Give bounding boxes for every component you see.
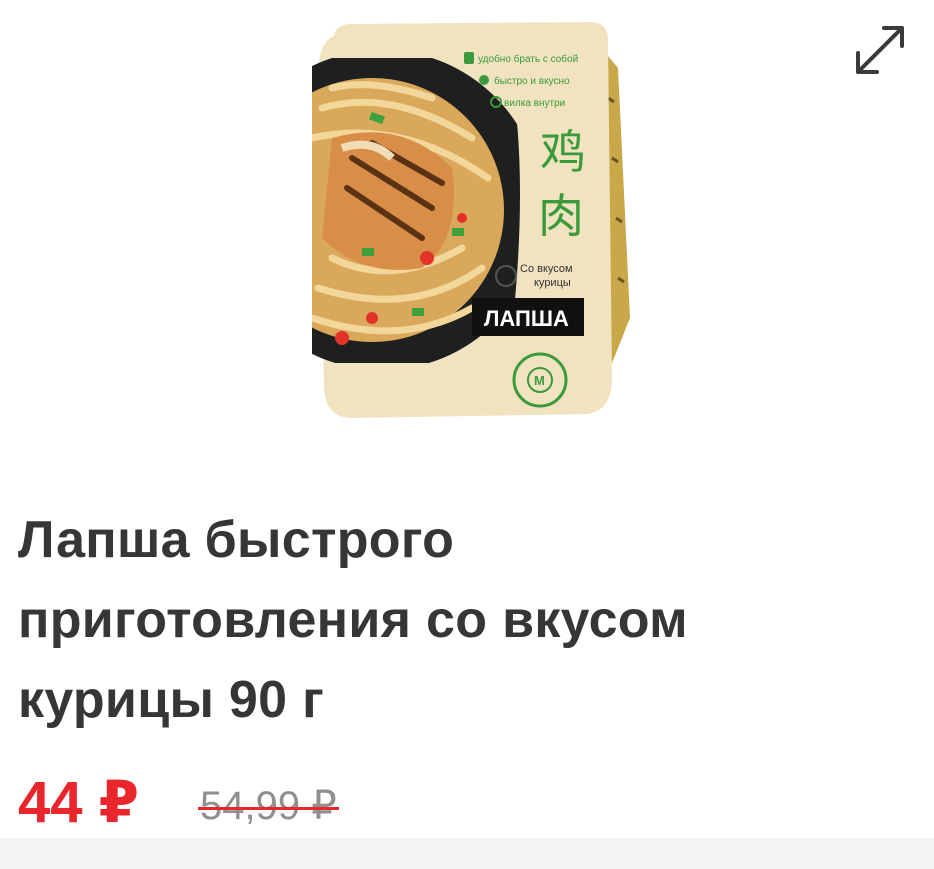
svg-text:курицы: курицы [534, 277, 571, 289]
title-line-2: приготовления со вкусом [18, 591, 688, 649]
svg-text:вилка внутри: вилка внутри [504, 98, 565, 109]
current-price: 44 ₽ [18, 770, 139, 835]
product-title: Лапша быстрого приготовления со вкусом к… [18, 500, 898, 740]
old-price-text: 54,99 ₽ [200, 784, 337, 828]
svg-text:Со вкусом: Со вкусом [520, 263, 573, 275]
product-image[interactable]: удобно брать с собой быстро и вкусно вил… [312, 18, 634, 418]
expand-button[interactable] [850, 20, 908, 78]
svg-text:鸡: 鸡 [540, 125, 586, 179]
svg-text:быстро и вкусно: быстро и вкусно [494, 75, 570, 87]
bottom-divider [0, 838, 934, 869]
title-line-1: Лапша быстрого [18, 511, 455, 569]
svg-text:М: М [534, 373, 545, 388]
price-row: 44 ₽ 54,99 ₽ [18, 770, 718, 840]
old-price: 54,99 ₽ [198, 782, 339, 830]
svg-text:ЛАПША: ЛАПША [484, 306, 569, 331]
svg-text:удобно брать с собой: удобно брать с собой [478, 53, 578, 65]
expand-diagonal-icon [856, 26, 904, 74]
noodle-package-illustration: удобно брать с собой быстро и вкусно вил… [312, 22, 630, 418]
strikethrough-line [198, 807, 339, 810]
svg-text:肉: 肉 [538, 189, 584, 243]
title-line-3: курицы 90 г [18, 671, 325, 729]
